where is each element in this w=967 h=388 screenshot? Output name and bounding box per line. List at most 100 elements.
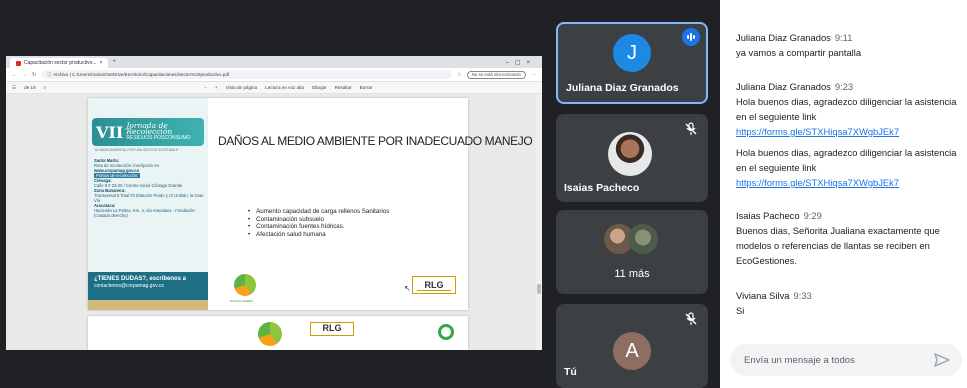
avatar-photo [628,224,658,254]
chat-text: Buenos dias, Señorita Jualiana exactamen… [736,225,940,266]
url-path: C:/Users/maria/OneDrive/Escritorio/Capac… [72,72,230,77]
reload-icon[interactable]: ↻ [32,72,36,78]
chat-text: Hola buenos dias, agradezco diligenciar … [736,147,957,173]
event-banner: VII Jornada de Recolección RESIDUOS POSC… [92,118,204,146]
chat-text: ya vamos a compartir pantalla [736,47,862,58]
mic-off-icon [685,312,697,325]
pdf-scrollbar[interactable] [536,94,542,350]
new-tab-icon[interactable]: + [112,59,116,65]
pdf-toolbar: ☰ de 19 ⌕ − + Vista de página Lectura en… [6,82,542,94]
more-participants-label: 11 más [614,268,650,280]
bullet-item: Afectación salud humana [248,231,389,239]
chat-sender: Isaias Pacheco [736,210,800,221]
browser-tab[interactable]: Capacitación sector productivo... × [10,58,109,68]
zoom-out-icon[interactable]: − [204,85,207,90]
chat-message: Isaias Pacheco 9:29 Buenos dias, Señorita… [736,208,962,268]
menu-icon[interactable]: ☰ [12,85,16,91]
chat-message-header: Juliana Diaz Granados 9:11 [736,30,962,45]
slide-sidebar: VII Jornada de Recolección RESIDUOS POSC… [88,98,208,310]
pdf-page-next: RLG [88,316,468,350]
tool-highlight[interactable]: Resaltar [335,85,352,90]
chat-input-placeholder: Envía un mensaje a todos [744,354,855,366]
tool-page-view[interactable]: Vista de página [226,85,258,90]
tool-read-aloud[interactable]: Lectura en voz alta [265,85,304,90]
slide-title: DAÑOS AL MEDIO AMBIENTE POR INADECUADO M… [218,134,533,148]
participant-name: Tú [564,366,577,378]
chat-message: Juliana Diaz Granados 9:23 Hola buenos di… [736,79,962,139]
banner-subtitle: RESIDUOS POSCONSUMO [126,135,191,141]
page-indicator: de 19 [24,85,36,90]
shared-browser-window: Capacitación sector productivo... × + –▢… [6,56,542,350]
chat-time: 9:29 [803,210,822,221]
banner-number: VII [96,122,124,142]
zona-text: Transversal 8 Total #2 Estación Prado y … [94,193,204,203]
shared-screen: Capacitación sector productivo... × + –▢… [0,0,548,388]
tool-erase[interactable]: Borrar [360,85,373,90]
participant-tile-more[interactable]: 11 más [556,210,708,294]
participant-tile-isaias[interactable]: Isaias Pacheco [556,114,708,202]
banner-title: Jornada de Recolección [126,121,173,136]
chat-time: 9:23 [834,81,854,92]
meet-window: Capacitación sector productivo... × + –▢… [0,0,967,388]
contact-question: ¿TIENES DUDAS?, escríbenos a [94,276,187,282]
chat-text: Si [736,305,745,316]
chat-message: Viviana Silva 9:33 Si [736,288,962,318]
contact-bar: ¿TIENES DUDAS?, escríbenos a contactenos… [88,272,208,300]
participant-tile-you[interactable]: A Tú [556,304,708,388]
slide-bullets: Aumento capacidad de carga rellenos Sani… [248,208,389,238]
chat-sender: Juliana Diaz Granados [736,32,831,43]
mouse-cursor-icon: ↖ [404,284,411,293]
url-label: Archivo [53,72,69,77]
digital-green-logo [258,322,282,346]
contact-email: contactenos@corpamag.gov.co [94,283,165,289]
aracataca-text: Hacienda La Palma, Km. 4, vía Aracataca … [94,208,195,218]
chat-message: Hola buenos dias, agradezco diligenciar … [736,145,962,190]
chat-message-header: Viviana Silva 9:33 [736,288,962,303]
url-field[interactable]: ⓘ Archivo | C:/Users/maria/OneDrive/Escr… [41,70,453,79]
avatar: J [613,34,651,72]
avatar: A [613,332,651,370]
tool-draw[interactable]: Dibujar [312,85,327,90]
chat-input[interactable]: Envía un mensaje a todos [730,344,962,376]
circle-logo [438,324,454,340]
sand-strip [88,300,208,310]
search-icon[interactable]: ⌕ [44,85,47,90]
browser-tab-bar: Capacitación sector productivo... × + –▢… [6,56,542,68]
participant-name: Juliana Diaz Granados [566,82,679,94]
window-controls[interactable]: –▢× [505,59,536,66]
bullet-item: Contaminación fuentes hídricas. [248,223,389,231]
banner-tagline: "ALIANZA AMBIENTAL POR UNA GESTIÓN SOSTE… [94,148,180,152]
rlg-logo: RLG [310,322,354,336]
back-icon[interactable]: ← [12,72,17,78]
mic-off-icon [685,122,697,135]
participant-tile-juliana[interactable]: J Juliana Diaz Granados [556,22,708,104]
pdf-page: VII Jornada de Recolección RESIDUOS POSC… [88,98,533,310]
chat-message-header: Isaias Pacheco 9:29 [736,208,962,223]
zoom-in-icon[interactable]: + [215,85,218,90]
bullet-item: Aumento capacidad de carga rellenos Sani… [248,208,389,216]
digital-green-logo [234,274,256,296]
chat-sender: Juliana Diaz Granados [736,81,831,92]
chat-link[interactable]: https://forms.gle/STXHiqsa7XWgbJEk7 [736,175,962,190]
chat-time: 9:33 [793,290,812,301]
chat-sender: Viviana Silva [736,290,790,301]
scroll-thumb[interactable] [537,284,541,294]
participant-name: Isaias Pacheco [564,182,640,194]
close-tab-icon[interactable]: × [100,60,103,66]
browser-address-bar: ← → ↻ ⓘ Archivo | C:/Users/maria/OneDriv… [6,68,542,82]
star-icon[interactable]: ☆ [457,72,461,78]
forward-icon[interactable]: → [22,72,27,78]
chat-link[interactable]: https://forms.gle/STXHiqsa7XWgbJEk7 [736,124,962,139]
speaking-indicator-icon [682,28,700,46]
more-icon[interactable]: ⋯ [531,72,536,78]
browser-tab-title: Capacitación sector productivo... [24,60,97,66]
send-icon[interactable] [934,353,950,367]
digital-green-text: DIGITAL GREEN [230,299,253,303]
rlg-logo: RLG [412,276,456,294]
sync-status[interactable]: No se está sincronizando [466,70,526,79]
avatar-photo [608,132,652,176]
pdf-icon [16,60,21,66]
pdf-viewer[interactable]: VII Jornada de Recolección RESIDUOS POSC… [6,94,542,350]
chat-text: Hola buenos dias, agradezco diligenciar … [736,96,957,122]
chat-message-header: Juliana Diaz Granados 9:23 [736,79,962,94]
